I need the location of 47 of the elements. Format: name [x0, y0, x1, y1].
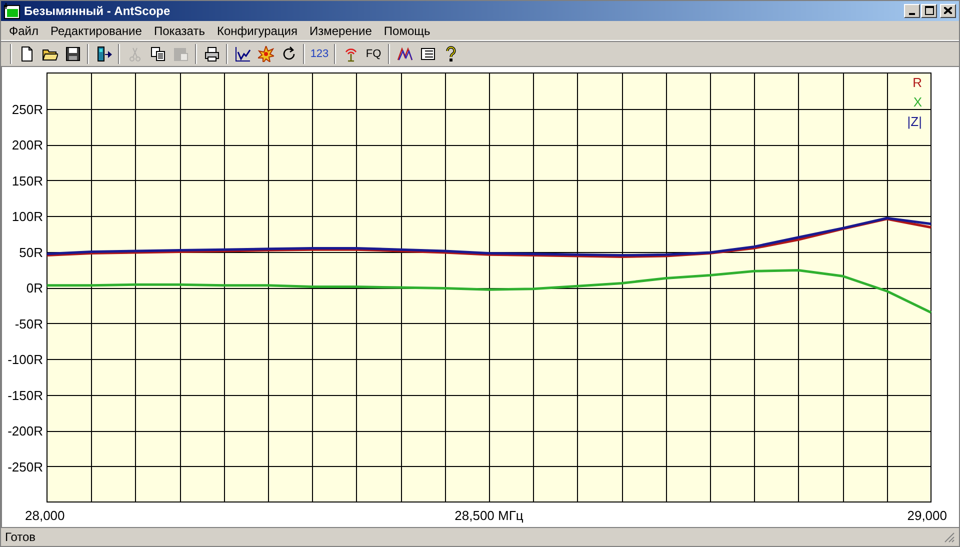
- device-arrow-icon: [96, 46, 112, 62]
- resize-grip-icon: [944, 532, 955, 542]
- y-axis-label: -100R: [8, 352, 43, 367]
- legend-label: |Z|: [907, 114, 922, 129]
- menu-item[interactable]: Конфигурация: [210, 22, 304, 40]
- menu-item[interactable]: Файл: [3, 22, 45, 40]
- clipboard-icon: [172, 46, 188, 62]
- menu-item[interactable]: Помощь: [378, 22, 436, 40]
- close-icon: [944, 7, 952, 14]
- list-icon: [420, 46, 436, 62]
- copy-icon: [150, 46, 166, 62]
- legend-label: X: [913, 94, 922, 110]
- burst-icon: [258, 46, 274, 62]
- y-axis-label: 100R: [12, 209, 43, 224]
- app-icon: [4, 2, 20, 19]
- menu-item[interactable]: Измерение: [303, 22, 378, 40]
- y-axis-label: -200R: [8, 424, 43, 438]
- close-button[interactable]: [940, 4, 956, 18]
- maximize-button[interactable]: [921, 4, 937, 18]
- minimize-icon: [909, 12, 915, 15]
- scissors-icon: [126, 46, 142, 62]
- peaks-icon: [396, 46, 412, 62]
- window-title: Безымянный - AntScope: [24, 2, 172, 20]
- menu-item[interactable]: Редактирование: [44, 22, 148, 40]
- y-axis-label: -250R: [8, 459, 43, 474]
- legend-label: R: [912, 75, 922, 90]
- y-axis-label: 150R: [12, 173, 43, 188]
- x-axis-label: 29,000: [907, 508, 947, 523]
- y-axis-label: 200R: [12, 138, 43, 152]
- y-axis-label: -150R: [8, 388, 43, 403]
- y-axis-label: 250R: [12, 102, 43, 117]
- x-axis-label: 28,500 МГц: [454, 508, 524, 523]
- toolbar-button[interactable]: FQ: [362, 43, 385, 66]
- menu-item[interactable]: Показать: [148, 22, 211, 40]
- y-axis-label: -50R: [14, 316, 43, 332]
- toolbar-button[interactable]: 123: [308, 43, 331, 66]
- refresh-icon: [280, 46, 296, 62]
- status-text: Готов: [5, 529, 37, 546]
- line-chart-icon: [234, 46, 250, 62]
- antenna-icon: [342, 46, 358, 62]
- printer-icon: [204, 46, 220, 62]
- y-axis-label: 50R: [19, 244, 43, 260]
- y-axis-label: 0R: [26, 280, 43, 296]
- new-file-icon: [18, 46, 34, 62]
- minimize-button[interactable]: [904, 4, 920, 18]
- maximize-icon: [924, 6, 934, 16]
- x-axis-label: 28,000: [25, 508, 65, 523]
